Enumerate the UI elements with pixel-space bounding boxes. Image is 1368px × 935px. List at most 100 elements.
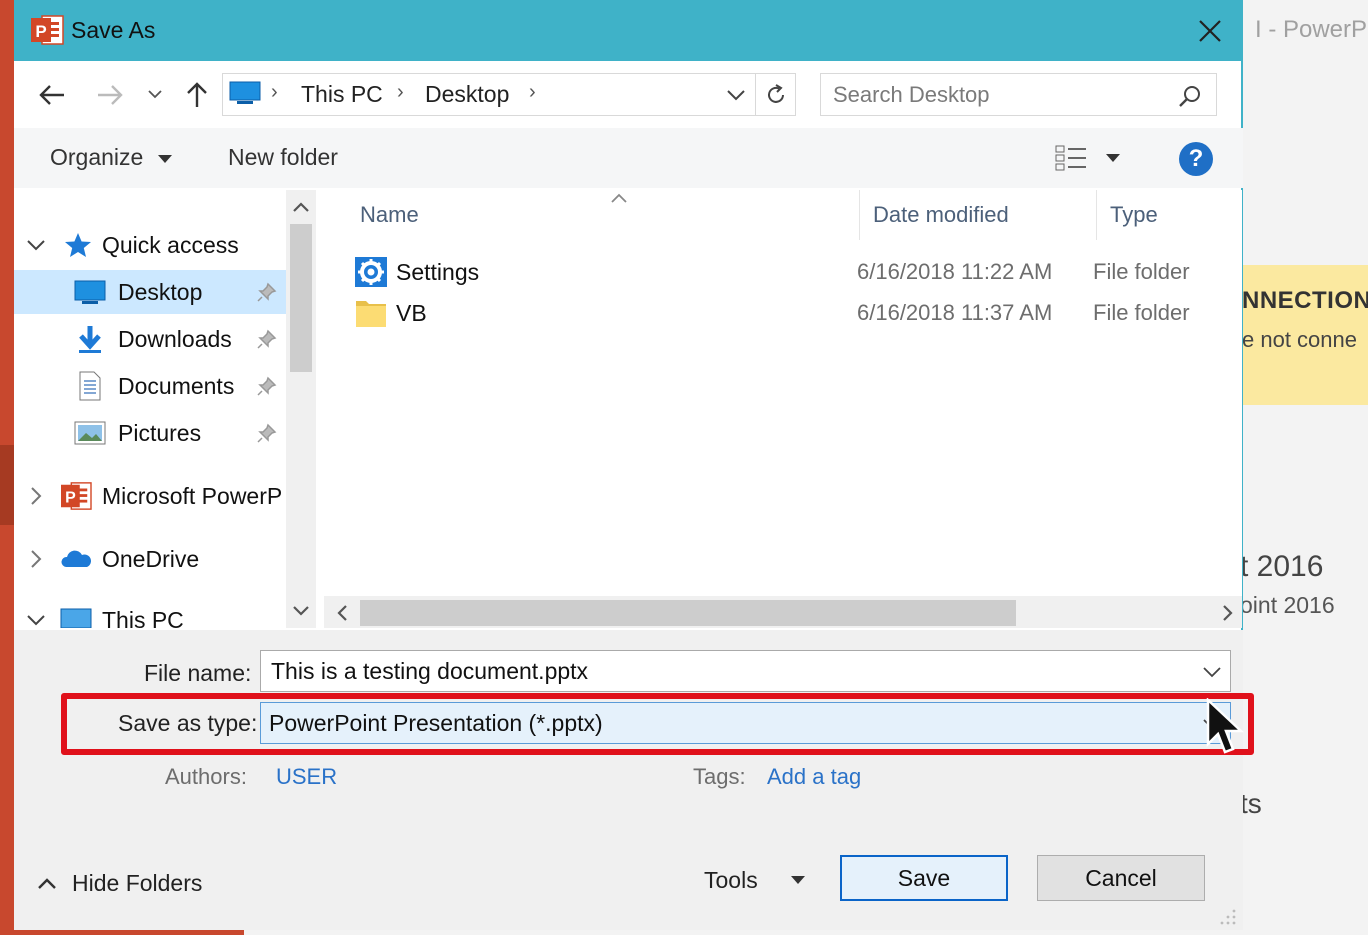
powerpoint-icon: P: [60, 482, 92, 510]
authors-value[interactable]: USER: [276, 764, 337, 790]
change-view-button[interactable]: [1054, 144, 1124, 174]
caret-down-icon: [157, 154, 172, 163]
file-name-field[interactable]: [260, 650, 1231, 692]
nav-label: OneDrive: [102, 546, 200, 572]
nav-label: Pictures: [118, 420, 202, 446]
dialog-titlebar[interactable]: P Save As: [14, 0, 1243, 61]
chevron-down-icon: [27, 240, 45, 251]
file-name-dropdown-button[interactable]: [1201, 661, 1223, 683]
pin-icon[interactable]: [257, 423, 277, 443]
background-ribbon-strip-dark: [0, 445, 14, 525]
svg-text:P: P: [65, 490, 76, 507]
back-button[interactable]: [34, 78, 70, 112]
breadcrumb-separator: ›: [271, 81, 278, 103]
search-icon: [1179, 86, 1200, 107]
organize-label: Organize: [50, 144, 144, 170]
column-header-type[interactable]: Type: [1110, 202, 1158, 228]
scrollbar-thumb[interactable]: [360, 600, 1016, 626]
nav-item-this-pc[interactable]: This PC: [14, 598, 286, 628]
save-form: File name: Save as type: PowerPoint Pres…: [14, 630, 1254, 930]
tools-label: Tools: [704, 867, 758, 893]
pin-icon[interactable]: [257, 329, 277, 349]
cancel-button[interactable]: Cancel: [1037, 855, 1205, 901]
tags-label: Tags:: [693, 764, 746, 789]
sort-ascending-icon: [611, 193, 627, 203]
nav-label: Microsoft PowerP: [102, 483, 283, 509]
breadcrumb-separator: ›: [397, 81, 404, 103]
close-icon: [1199, 20, 1221, 42]
nav-label: Quick access: [102, 232, 239, 258]
up-button[interactable]: [180, 78, 214, 112]
column-divider[interactable]: [859, 190, 860, 240]
scroll-right-button[interactable]: [1216, 601, 1240, 625]
chevron-right-icon: [1223, 605, 1233, 621]
folder-icon: [356, 301, 386, 327]
file-name: VB: [396, 300, 427, 326]
address-bar[interactable]: › This PC › Desktop ›: [222, 73, 796, 116]
chevron-left-icon: [337, 605, 347, 621]
breadcrumb-this-pc[interactable]: This PC: [301, 81, 383, 108]
file-name-label: File name:: [144, 660, 252, 686]
save-button[interactable]: Save: [840, 855, 1008, 901]
file-date: 6/16/2018 11:37 AM: [857, 300, 1053, 325]
onedrive-cloud-icon: [60, 545, 92, 573]
chevron-up-icon: [38, 878, 56, 889]
nav-item-documents[interactable]: Documents: [14, 364, 286, 408]
new-folder-button[interactable]: New folder: [228, 144, 338, 171]
nav-item-desktop[interactable]: Desktop: [14, 270, 286, 314]
nav-item-downloads[interactable]: Downloads: [14, 317, 286, 361]
nav-label: This PC: [102, 607, 184, 628]
file-name-input[interactable]: [271, 655, 1181, 687]
scroll-left-button[interactable]: [330, 601, 354, 625]
recent-locations-button[interactable]: [144, 82, 166, 106]
refresh-button[interactable]: [755, 74, 796, 115]
breadcrumb-desktop[interactable]: Desktop: [425, 81, 509, 108]
column-header-date-modified[interactable]: Date modified: [873, 202, 1009, 228]
tools-menu[interactable]: Tools: [694, 862, 814, 898]
forward-button[interactable]: [92, 78, 128, 112]
highlight-annotation: [61, 693, 1254, 755]
command-bar: Organize New folder ?: [14, 128, 1243, 188]
computer-icon: [60, 606, 92, 628]
authors-label: Authors:: [165, 764, 247, 789]
help-button[interactable]: ?: [1179, 142, 1213, 176]
expand-chevron[interactable]: [26, 235, 46, 255]
file-type: File folder: [1093, 259, 1190, 284]
resize-grip-icon[interactable]: [1219, 908, 1237, 926]
file-row[interactable]: VB 6/16/2018 11:37 AM File folder: [354, 293, 1234, 333]
add-tag-link[interactable]: Add a tag: [767, 764, 861, 790]
pin-icon[interactable]: [257, 376, 277, 396]
organize-menu[interactable]: Organize: [50, 144, 172, 171]
scroll-down-button[interactable]: [291, 600, 311, 622]
close-button[interactable]: [1190, 12, 1230, 50]
address-history-button[interactable]: [723, 83, 749, 107]
refresh-icon: [768, 83, 784, 103]
chevron-right-icon: [31, 487, 42, 505]
pictures-icon: [74, 419, 106, 447]
nav-item-microsoft-powerpoint[interactable]: P Microsoft PowerP: [14, 474, 286, 518]
file-list-horizontal-scrollbar[interactable]: [324, 596, 1242, 628]
background-text: ts: [1240, 788, 1262, 819]
expand-chevron[interactable]: [26, 486, 46, 506]
file-type: File folder: [1093, 300, 1190, 325]
chevron-down-icon: [148, 90, 162, 99]
pin-icon[interactable]: [257, 282, 277, 302]
file-row[interactable]: Settings 6/16/2018 11:22 AM File folder: [354, 252, 1234, 292]
gear-icon: [355, 257, 387, 287]
column-header-name[interactable]: Name: [360, 202, 419, 228]
scroll-up-button[interactable]: [291, 196, 311, 218]
column-divider[interactable]: [1096, 190, 1097, 240]
search-button[interactable]: [1175, 82, 1205, 110]
nav-item-onedrive[interactable]: OneDrive: [14, 537, 286, 581]
help-icon: ?: [1188, 145, 1204, 172]
nav-item-pictures[interactable]: Pictures: [14, 411, 286, 455]
scrollbar-thumb[interactable]: [290, 224, 312, 372]
expand-chevron[interactable]: [26, 549, 46, 569]
search-input[interactable]: [833, 80, 1163, 110]
document-icon: [74, 371, 106, 401]
star-icon: [62, 231, 94, 259]
expand-chevron[interactable]: [26, 610, 46, 628]
navigation-pane-scrollbar[interactable]: [286, 190, 316, 628]
search-box[interactable]: [820, 73, 1217, 116]
nav-item-quick-access[interactable]: Quick access: [14, 223, 286, 267]
